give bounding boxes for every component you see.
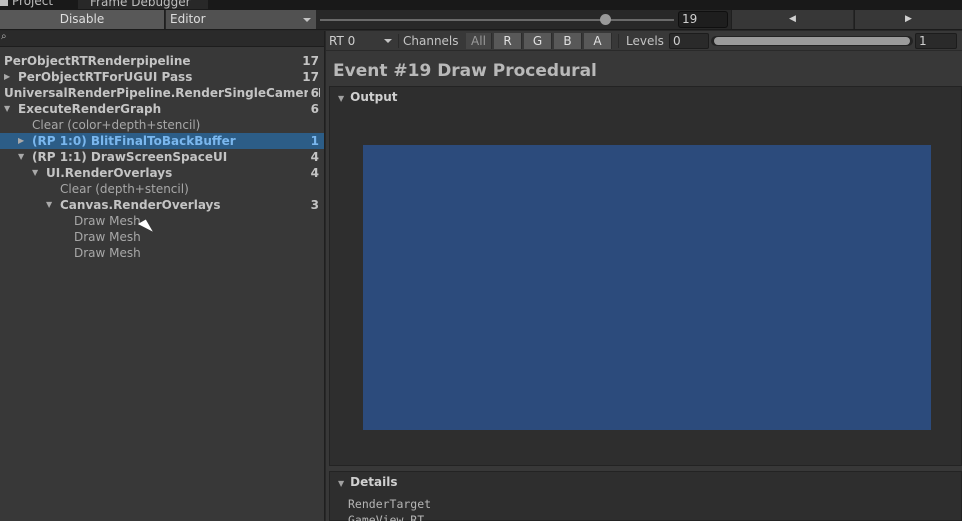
- render-target-dropdown[interactable]: RT 0: [328, 32, 394, 50]
- search-input[interactable]: ⌕: [0, 31, 324, 47]
- levels-range-slider[interactable]: [711, 36, 913, 46]
- tree-row-label: Canvas.RenderOverlays: [60, 198, 221, 212]
- triangle-down-icon[interactable]: ▼: [32, 165, 42, 181]
- tree-row[interactable]: ▼ Canvas.RenderOverlays 3: [0, 197, 324, 213]
- tree-row-label: UI.RenderOverlays: [46, 166, 173, 180]
- levels-min-field[interactable]: 0: [669, 33, 709, 49]
- arrow-right-icon: ▶: [905, 14, 912, 24]
- tree-row[interactable]: Draw Mesh: [0, 213, 324, 229]
- tab-project[interactable]: Project: [0, 0, 76, 9]
- tree-row-label: PerObjectRTRenderpipeline: [4, 54, 191, 68]
- triangle-down-icon: ▼: [338, 479, 345, 488]
- tree-row-count: 4: [307, 149, 319, 165]
- frame-slider-track[interactable]: [320, 19, 674, 21]
- channel-all-button[interactable]: All: [466, 33, 492, 49]
- frame-debugger-toolbar: Disable Editor 19 ◀ ▶: [0, 10, 962, 30]
- tree-row-label: Draw Mesh: [74, 246, 141, 260]
- tree-row-label: (RP 1:1) DrawScreenSpaceUI: [32, 150, 228, 164]
- tree-row-label: UniversalRenderPipeline.RenderSingleCame…: [4, 86, 320, 100]
- chevron-down-icon: [384, 39, 392, 43]
- tree-row-label: Draw Mesh: [74, 230, 141, 244]
- window-tab-strip: Project Frame Debugger: [0, 0, 962, 10]
- details-section: ▼ Details RenderTarget GameView RT: [329, 471, 962, 521]
- separator: [398, 34, 399, 48]
- detail-render-target-value: GameView RT: [348, 513, 425, 521]
- triangle-down-icon[interactable]: ▼: [18, 149, 28, 165]
- tree-row-label: PerObjectRTForUGUI Pass: [18, 70, 193, 84]
- frame-slider-handle[interactable]: [600, 14, 611, 25]
- folder-icon: [0, 0, 8, 6]
- triangle-right-icon[interactable]: ▶: [18, 133, 28, 149]
- output-section: ▼ Output: [329, 86, 962, 466]
- disable-button[interactable]: Disable: [0, 10, 165, 29]
- separator: [618, 34, 619, 48]
- triangle-right-icon[interactable]: ▶: [4, 69, 14, 85]
- tree-row[interactable]: ▼ (RP 1:1) DrawScreenSpaceUI 4: [0, 149, 324, 165]
- tree-row[interactable]: ▶ (RP 1:0) BlitFinalToBackBuffer 1: [0, 133, 324, 149]
- search-icon: ⌕: [1, 31, 7, 42]
- tree-row[interactable]: Draw Mesh: [0, 245, 324, 261]
- tree-row-label: Draw Mesh: [74, 214, 141, 228]
- output-foldout[interactable]: ▼ Output: [330, 87, 398, 107]
- event-hierarchy-panel: ⌕ PerObjectRTRenderpipeline 17 ▶ PerObjectR…: [0, 31, 325, 521]
- event-title: Event #19 Draw Procedural: [333, 61, 597, 81]
- event-details-panel: RT 0 Channels All R G B A Levels 0 1 Eve…: [326, 31, 962, 521]
- levels-max-field[interactable]: 1: [915, 33, 957, 49]
- tree-row[interactable]: Draw Mesh: [0, 229, 324, 245]
- channel-g-button[interactable]: G: [524, 33, 552, 49]
- tree-row-count: 6: [307, 85, 319, 101]
- render-target-preview: [363, 145, 931, 430]
- tree-row[interactable]: Clear (color+depth+stencil): [0, 117, 324, 133]
- target-dropdown[interactable]: Editor: [166, 10, 316, 29]
- detail-render-target-label: RenderTarget: [348, 497, 432, 511]
- tree-row-count: 17: [299, 69, 319, 85]
- tab-frame-debugger[interactable]: Frame Debugger: [78, 0, 208, 9]
- tree-row[interactable]: ▶ PerObjectRTForUGUI Pass 17: [0, 69, 324, 85]
- tree-row[interactable]: Clear (depth+stencil): [0, 181, 324, 197]
- arrow-left-icon: ◀: [789, 14, 796, 24]
- tree-row-count: 6: [307, 101, 319, 117]
- tree-row[interactable]: PerObjectRTRenderpipeline 17: [0, 53, 324, 69]
- previous-event-button[interactable]: ◀: [731, 10, 853, 29]
- levels-label: Levels: [626, 34, 664, 48]
- tree-row[interactable]: ▼ UI.RenderOverlays 4: [0, 165, 324, 181]
- details-foldout[interactable]: ▼ Details: [330, 472, 397, 492]
- tree-row[interactable]: ▼ ExecuteRenderGraph 6: [0, 101, 324, 117]
- tree-row-count: 4: [307, 165, 319, 181]
- tree-row-label: Clear (color+depth+stencil): [32, 118, 201, 132]
- next-event-button[interactable]: ▶: [854, 10, 962, 29]
- render-target-toolbar: RT 0 Channels All R G B A Levels 0 1: [326, 31, 962, 51]
- tree-row-label: Clear (depth+stencil): [60, 182, 189, 196]
- frame-index-field[interactable]: 19: [678, 11, 728, 28]
- tree-row-label: (RP 1:0) BlitFinalToBackBuffer: [32, 134, 236, 148]
- tree-row[interactable]: UniversalRenderPipeline.RenderSingleCame…: [0, 85, 324, 101]
- channel-b-button[interactable]: B: [554, 33, 582, 49]
- tree-row-count: 3: [307, 197, 319, 213]
- channel-a-button[interactable]: A: [584, 33, 612, 49]
- channels-label: Channels: [403, 34, 459, 48]
- tree-row-label: ExecuteRenderGraph: [18, 102, 162, 116]
- triangle-down-icon[interactable]: ▼: [4, 101, 14, 117]
- channel-r-button[interactable]: R: [494, 33, 522, 49]
- tree-row-count: 17: [299, 53, 319, 69]
- chevron-down-icon: [303, 18, 311, 22]
- event-tree: PerObjectRTRenderpipeline 17 ▶ PerObjectRTF…: [0, 53, 324, 261]
- triangle-down-icon: ▼: [338, 94, 345, 103]
- tree-row-count: 1: [307, 133, 319, 149]
- triangle-down-icon[interactable]: ▼: [46, 197, 56, 213]
- levels-range-fill[interactable]: [714, 37, 910, 45]
